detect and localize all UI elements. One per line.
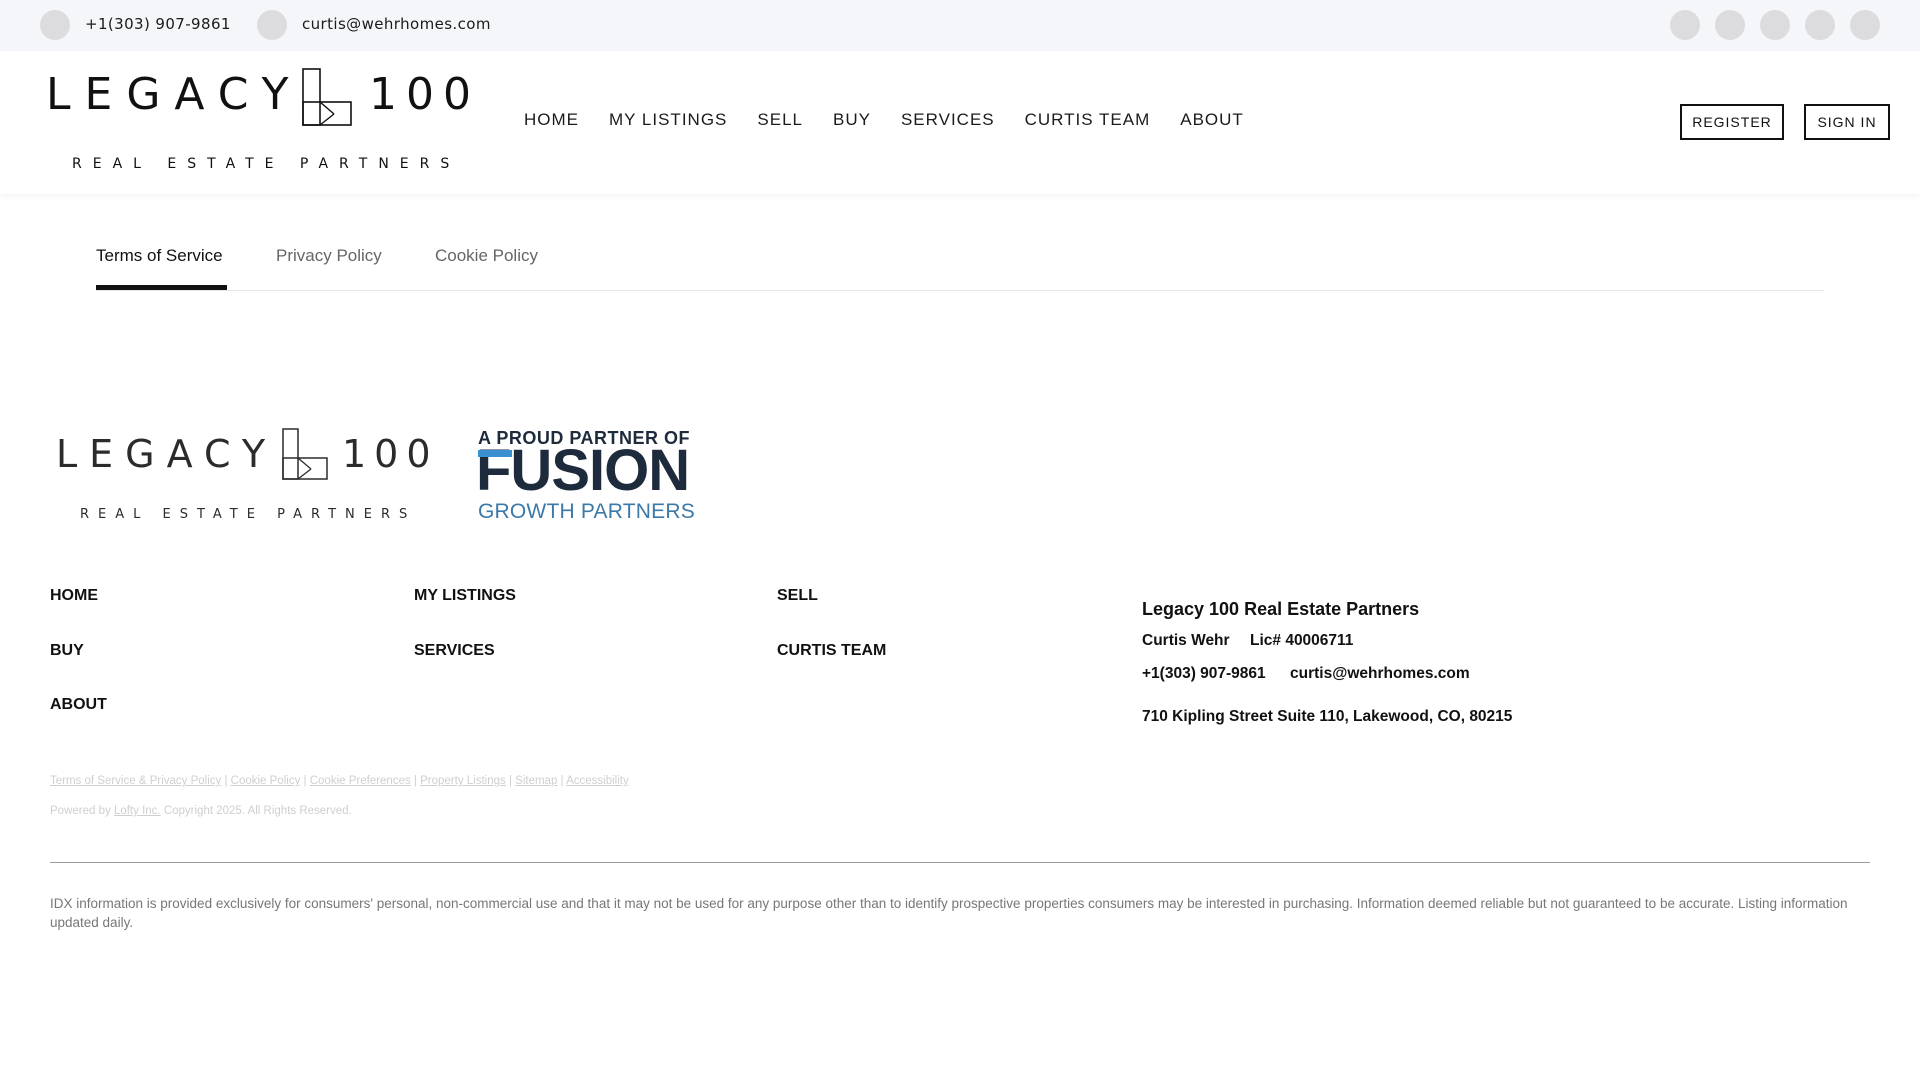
nav-home[interactable]: HOME [524,110,579,130]
link-property-listings[interactable]: Property Listings [420,775,506,787]
agent-license: Lic# 40006711 [1250,632,1354,649]
linkedin-icon[interactable] [1760,10,1790,40]
footer-nav-curtis-team[interactable]: CURTIS TEAM [777,642,886,660]
footer-nav-my-listings[interactable]: MY LISTINGS [414,587,516,605]
active-tab-indicator [96,285,227,290]
legal-links: Terms of Service & Privacy Policy | Cook… [50,775,629,787]
facebook-icon[interactable] [1670,10,1700,40]
topbar-phone[interactable]: +1(303) 907-9861 [85,15,231,33]
footer-nav-sell[interactable]: SELL [777,587,818,605]
main-nav: HOME MY LISTINGS SELL BUY SERVICES CURTI… [524,110,1274,130]
footer-divider [50,862,1870,863]
footer-nav-home[interactable]: HOME [50,587,98,605]
contact-address: 710 Kipling Street Suite 110, Lakewood, … [1142,708,1513,725]
tab-terms-of-service[interactable]: Terms of Service [96,246,223,266]
logo-mark-icon [302,68,352,126]
company-name: Legacy 100 Real Estate Partners [1142,599,1420,619]
footer-nav-about[interactable]: ABOUT [50,696,107,714]
topbar-email[interactable]: curtis@wehrhomes.com [302,15,491,33]
link-cookie-policy[interactable]: Cookie Policy [231,775,301,787]
twitter-icon[interactable] [1850,10,1880,40]
logo-wordmark-left: LEGACY [46,69,303,120]
link-sitemap[interactable]: Sitemap [515,775,557,787]
powered-prefix: Powered by [50,805,111,817]
idx-disclaimer: IDX information is provided exclusively … [50,896,1848,930]
nav-my-listings[interactable]: MY LISTINGS [609,110,727,130]
sign-in-button[interactable]: SIGN IN [1804,104,1890,140]
nav-sell[interactable]: SELL [757,110,803,130]
footer-logo-wordmark-right: 100 [342,432,439,476]
footer-logo-mark-icon [282,428,328,480]
agent-name: Curtis Wehr [1142,632,1230,649]
copyright-text: Copyright 2025. All Rights Reserved. [163,805,352,817]
link-accessibility[interactable]: Accessibility [566,775,629,787]
nav-curtis-team[interactable]: CURTIS TEAM [1025,110,1151,130]
youtube-icon[interactable] [1805,10,1835,40]
contact-phone[interactable]: +1(303) 907-9861 [1142,665,1266,683]
instagram-icon[interactable] [1715,10,1745,40]
nav-about[interactable]: ABOUT [1180,110,1244,130]
policy-tabs: Terms of Service Privacy Policy Cookie P… [96,246,1824,291]
link-terms-privacy[interactable]: Terms of Service & Privacy Policy [50,775,221,787]
top-bar: +1(303) 907-9861 curtis@wehrhomes.com [0,0,1920,51]
footer-nav-buy[interactable]: BUY [50,642,84,660]
tab-cookie-policy[interactable]: Cookie Policy [435,246,538,266]
link-lofty[interactable]: Lofty Inc. [114,805,161,817]
nav-buy[interactable]: BUY [833,110,871,130]
link-cookie-preferences[interactable]: Cookie Preferences [310,775,411,787]
footer-logo-tagline: REAL ESTATE PARTNERS [80,507,417,522]
powered-by: Powered by Lofty Inc. Copyright 2025. Al… [50,805,352,817]
footer-logo-wordmark-left: LEGACY [56,432,278,476]
contact-email[interactable]: curtis@wehrhomes.com [1290,665,1470,683]
logo-tagline: REAL ESTATE PARTNERS [72,156,461,172]
fusion-accent-bar [478,450,512,457]
email-icon[interactable] [257,10,287,40]
phone-icon[interactable] [40,10,70,40]
logo-wordmark-right: 100 [369,69,480,120]
nav-services[interactable]: SERVICES [901,110,995,130]
tab-privacy-policy[interactable]: Privacy Policy [276,246,382,266]
fusion-subtitle: GROWTH PARTNERS [478,500,695,523]
footer-nav-services[interactable]: SERVICES [414,642,495,660]
register-button[interactable]: REGISTER [1680,104,1784,140]
